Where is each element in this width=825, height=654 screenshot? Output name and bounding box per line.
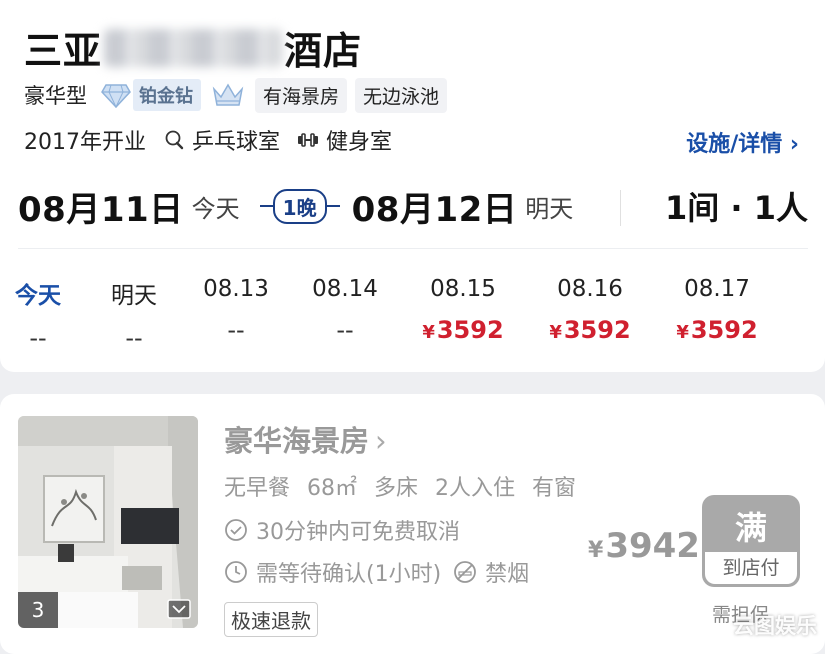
nights-indicator: 1晚: [259, 186, 340, 226]
sold-out-label: 满: [734, 509, 767, 547]
room-photo[interactable]: 3: [18, 416, 198, 628]
checkin-day-label: 今天: [191, 194, 240, 223]
facility-gym: 健身室: [296, 124, 392, 156]
room-attributes: 无早餐 68㎡ 多床 2人入住 有窗: [224, 470, 586, 502]
rating-badge: 铂金钻: [133, 79, 201, 111]
calendar-day[interactable]: 08.14 --: [285, 276, 405, 344]
bed-type: 多床: [374, 476, 419, 501]
room-size: 68㎡: [307, 476, 358, 501]
calendar-date: 08.15: [430, 276, 496, 302]
pay-mode-label: 到店付: [705, 552, 797, 584]
breakfast-info: 无早餐: [224, 476, 291, 501]
room-card[interactable]: 3 豪华海景房 › 无早餐 68㎡ 多床 2人入住 有窗 30分钟内可免费取消 需…: [0, 394, 825, 654]
cancel-policy: 30分钟内可免费取消: [224, 514, 460, 546]
opening-year: 2017年开业: [24, 130, 146, 155]
crown-icon: [212, 83, 244, 106]
divider: [18, 248, 808, 249]
blurred-name: [104, 28, 283, 67]
hotel-name-suffix: 酒店: [284, 29, 363, 73]
occupancy: 2人入住: [435, 476, 516, 501]
calendar-date: 08.17: [684, 276, 750, 302]
calendar-price: ¥3592: [403, 316, 523, 344]
cancel-policy-text: 30分钟内可免费取消: [256, 520, 460, 545]
fast-refund-tag: 极速退款: [224, 602, 318, 637]
calendar-price: --: [227, 316, 245, 344]
price-value: 3592: [690, 316, 758, 344]
checkout-day-label: 明天: [525, 194, 574, 223]
calendar-day[interactable]: 08.15 ¥3592: [403, 276, 523, 344]
currency-symbol: ¥: [549, 322, 562, 343]
confirm-text: 需等待确认(1小时): [256, 562, 442, 587]
facility-table-tennis: 乒乓球室: [162, 124, 280, 156]
price-calendar: 今天 -- 明天 -- 08.13 -- 08.14 -- 08.15 ¥359…: [0, 276, 825, 356]
confirm-info: 需等待确认(1小时) 禁烟: [224, 556, 529, 588]
price-value: 3592: [563, 316, 631, 344]
facility-label: 健身室: [326, 130, 393, 155]
calendar-date: 08.13: [203, 276, 269, 302]
currency-symbol: ¥: [422, 322, 435, 343]
nights-count: 1晚: [272, 188, 327, 224]
clock-icon: [225, 561, 247, 583]
price-value: 3592: [436, 316, 504, 344]
facility-label: 乒乓球室: [192, 130, 281, 155]
calendar-price: --: [336, 316, 354, 344]
dumbbell-icon: [298, 133, 319, 147]
date-selector[interactable]: 08月11日 今天 1晚 08月12日 明天 1间 · 1人: [18, 180, 808, 232]
tag-infinity-pool: 无边泳池: [355, 77, 448, 113]
smoking-text: 禁烟: [485, 562, 530, 587]
room-price: ¥3942: [588, 526, 700, 566]
window-info: 有窗: [532, 476, 577, 501]
divider: [620, 190, 621, 226]
diamond-icon: [101, 84, 131, 108]
photo-count: 3: [18, 592, 58, 628]
watermark: 云图娱乐: [733, 614, 817, 638]
hotel-tags: 豪华型 铂金钻 有海景房 无边泳池: [24, 77, 455, 113]
price-value: 3942: [605, 526, 700, 566]
chevron-right-icon: ›: [375, 424, 387, 458]
calendar-day[interactable]: 08.17 ¥3592: [657, 276, 777, 344]
calendar-price: ¥3592: [657, 316, 777, 344]
calendar-day[interactable]: 08.16 ¥3592: [530, 276, 650, 344]
hotel-type: 豪华型: [24, 84, 87, 108]
checkout-date[interactable]: 08月12日: [352, 182, 518, 231]
checkin-date[interactable]: 08月11日: [18, 182, 184, 231]
facility-row: 2017年开业 乒乓球室 健身室: [24, 124, 408, 156]
gallery-icon: [167, 599, 191, 619]
calendar-price: ¥3592: [530, 316, 650, 344]
hotel-name-prefix: 三亚: [24, 29, 103, 73]
calendar-date: 08.14: [312, 276, 378, 302]
rooms-guests-selector[interactable]: 1间 · 1人: [665, 183, 808, 229]
room-name[interactable]: 豪华海景房 ›: [224, 418, 387, 460]
currency-symbol: ¥: [676, 322, 689, 343]
no-smoking-icon: [454, 561, 477, 583]
book-button[interactable]: 满 到店付: [702, 495, 800, 587]
facility-detail-link[interactable]: 设施/详情 ›: [686, 126, 799, 158]
check-circle-icon: [225, 519, 247, 541]
room-name-text: 豪华海景房: [224, 424, 370, 458]
tag-sea-view: 有海景房: [255, 77, 348, 113]
calendar-date: 08.16: [557, 276, 623, 302]
hotel-header-card: 三亚 酒店 豪华型 铂金钻 有海景房 无边泳池 2017年开业 乒乓球室 健身室…: [0, 0, 825, 372]
table-tennis-icon: [165, 130, 184, 150]
hotel-title: 三亚 酒店: [24, 20, 362, 75]
calendar-day[interactable]: 08.13 --: [176, 276, 296, 344]
currency-symbol: ¥: [588, 538, 604, 563]
